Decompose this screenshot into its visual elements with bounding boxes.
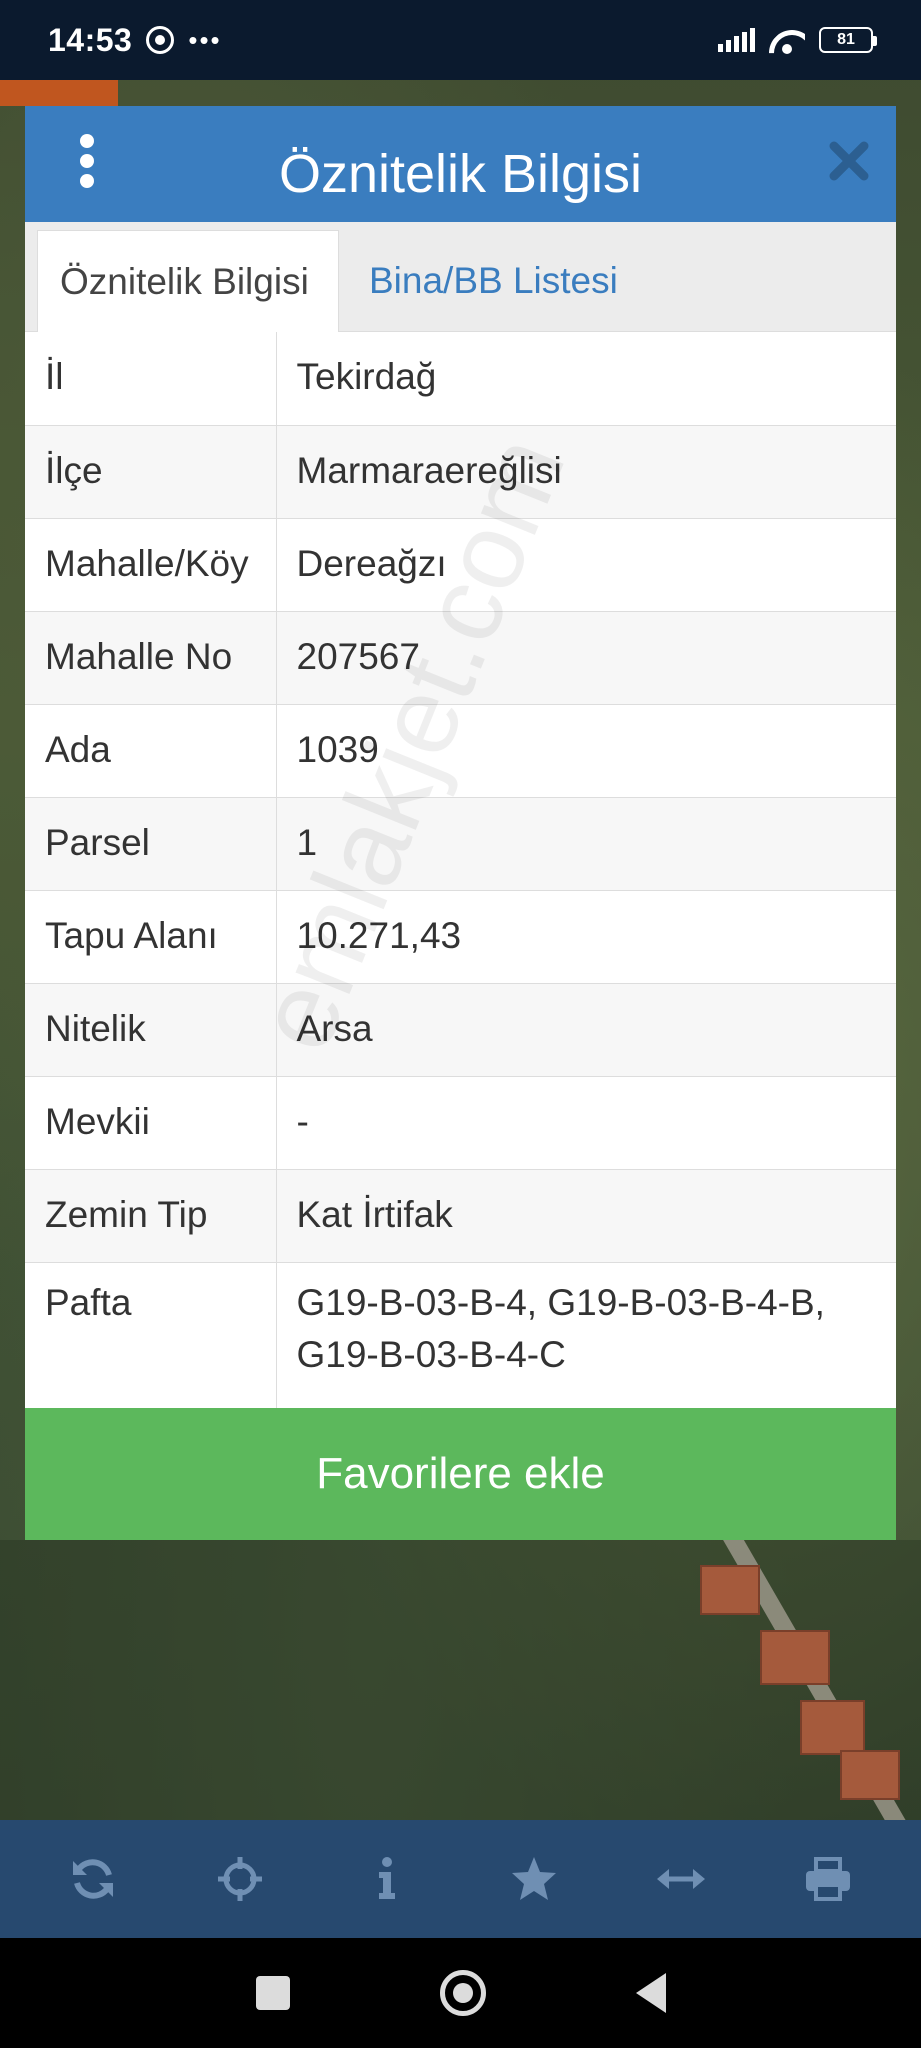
measure-icon[interactable] [651,1849,711,1909]
status-time: 14:53 [48,21,133,58]
navigation-bar [0,1938,921,2048]
row-value: Arsa [276,983,896,1077]
row-value: G19-B-03-B-4, G19-B-03-B-4-B, G19-B-03-B… [276,1262,896,1409]
table-row: İl Tekirdağ [25,332,896,426]
row-value: Marmaraereğlisi [276,425,896,519]
signal-icon [718,28,755,52]
home-icon[interactable] [439,1970,486,2016]
row-key: Ada [25,704,277,798]
row-key: Mevkii [25,1076,277,1170]
kebab-menu-icon[interactable] [75,134,99,188]
row-value: 207567 [276,611,896,705]
table-row: Tapu Alanı 10.271,43 [25,890,896,984]
attribute-table: İl Tekirdağ İlçe Marmaraereğlisi Mahalle… [25,332,896,1409]
table-row: Parsel 1 [25,797,896,891]
bottom-toolbar [0,1820,921,1938]
row-key: Tapu Alanı [25,890,277,984]
info-icon[interactable] [357,1849,417,1909]
table-row: Mevkii - [25,1076,896,1170]
row-key: Nitelik [25,983,277,1077]
row-value: - [276,1076,896,1170]
print-icon[interactable] [798,1849,858,1909]
status-bar: 14:53 ••• 81 [0,0,921,80]
tab-building-list[interactable]: Bina/BB Listesi [347,230,640,332]
row-key: Pafta [25,1262,277,1409]
tab-attribute-info[interactable]: Öznitelik Bilgisi [37,230,339,332]
battery-icon: 81 [819,27,877,53]
table-row: Zemin Tip Kat İrtifak [25,1169,896,1263]
dialog-title: Öznitelik Bilgisi [278,144,643,204]
add-to-favorites-button[interactable]: Favorilere ekle [25,1408,896,1540]
map-house [840,1750,900,1800]
row-key: Mahalle/Köy [25,518,277,612]
whatsapp-icon [146,26,175,54]
map-orange-marker [0,80,118,106]
wifi-icon [769,26,805,54]
attribute-dialog: Öznitelik Bilgisi Öznitelik Bilgisi Bina… [25,106,896,1540]
dialog-header: Öznitelik Bilgisi [25,106,896,222]
row-key: Mahalle No [25,611,277,705]
row-key: Zemin Tip [25,1169,277,1263]
table-row: Pafta G19-B-03-B-4, G19-B-03-B-4-B, G19-… [25,1262,896,1409]
table-row: Mahalle/Köy Dereağzı [25,518,896,612]
map-house [700,1565,760,1615]
row-value: 1039 [276,704,896,798]
map-house [800,1700,865,1755]
row-key: İlçe [25,425,277,519]
table-row: Nitelik Arsa [25,983,896,1077]
close-icon[interactable] [828,140,870,182]
table-row: İlçe Marmaraereğlisi [25,425,896,519]
tab-bar: Öznitelik Bilgisi Bina/BB Listesi [25,222,896,332]
table-row: Mahalle No 207567 [25,611,896,705]
recent-apps-icon[interactable] [255,1976,290,2010]
row-value: 1 [276,797,896,891]
row-key: Parsel [25,797,277,891]
more-notifications-icon: ••• [188,24,222,55]
row-value: Dereağzı [276,518,896,612]
table-row: Ada 1039 [25,704,896,798]
row-value: 10.271,43 [276,890,896,984]
crosshair-icon[interactable] [210,1849,270,1909]
refresh-icon[interactable] [63,1849,123,1909]
row-key: İl [25,332,277,426]
row-value: Kat İrtifak [276,1169,896,1263]
back-icon[interactable] [635,1973,666,2013]
row-value: Tekirdağ [276,332,896,426]
map-house [760,1630,830,1685]
star-icon[interactable] [504,1849,564,1909]
